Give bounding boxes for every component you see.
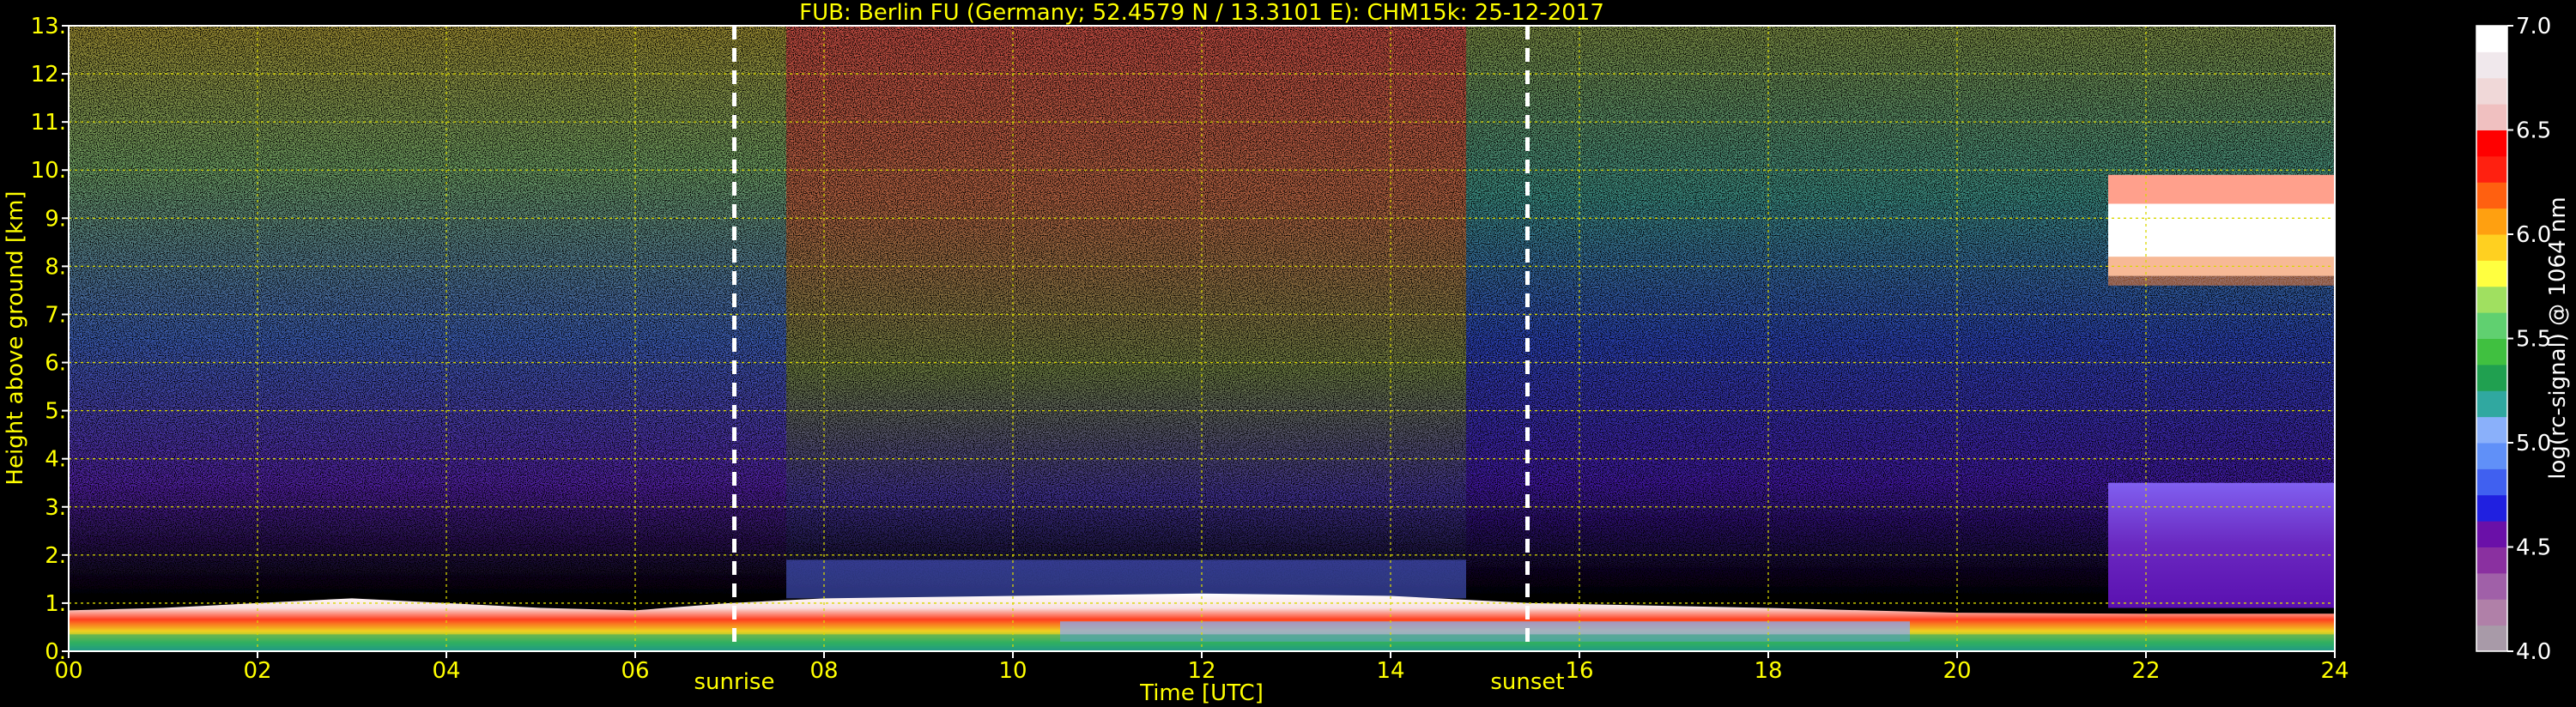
lidar-quicklook: sunrise sunset 00 02 04 06 08 10 12 14 16 18 20 22 24… [0, 0, 2576, 707]
colorbar-segment [2476, 234, 2507, 261]
x-tick-label: 06 [621, 658, 649, 684]
colorbar-segment [2476, 572, 2507, 600]
x-tick-label: 10 [998, 658, 1027, 684]
y-axis-label: Height above ground [km] [3, 190, 28, 485]
x-tick-label: 04 [432, 658, 460, 684]
colorbar-segment [2476, 312, 2507, 339]
colorbar-segment [2476, 390, 2507, 418]
y-tick-label: 13. [31, 14, 66, 39]
x-tick-label: 18 [1754, 658, 1782, 684]
colorbar-segment [2476, 599, 2507, 626]
colorbar-segment [2476, 338, 2507, 366]
colorbar-segment [2476, 286, 2507, 313]
x-tick-label: 02 [243, 658, 271, 684]
y-tick-label: 8. [45, 254, 66, 280]
x-tick-label: 14 [1376, 658, 1404, 684]
cloud-top [2108, 174, 2335, 204]
x-tick-labels: 00 02 04 06 08 10 12 14 16 18 20 22 24 [54, 651, 2349, 684]
x-axis-label: Time [UTC] [1139, 680, 1264, 706]
signal-region-blue-band [786, 559, 1466, 599]
colorbar-segment [2476, 625, 2507, 652]
x-tick-label: 20 [1943, 658, 1971, 684]
y-tick-labels: 0. 1. 2. 3. 4. 5. 6. 7. 8. 9. 10. 11. 12. 13. [31, 14, 69, 665]
colorbar-tick-label: 6.5 [2516, 118, 2551, 144]
chart-svg: sunrise sunset 00 02 04 06 08 10 12 14 16 18 20 22 24… [3, 0, 2571, 706]
near-ground-layer [69, 634, 2335, 651]
colorbar-segment [2476, 468, 2507, 496]
colorbar-segment [2476, 155, 2507, 183]
chart-title: FUB: Berlin FU (Germany; 52.4579 N / 13.… [799, 0, 1604, 26]
colorbar-segment [2476, 51, 2507, 79]
y-tick-label: 4. [45, 447, 66, 473]
colorbar-segment [2476, 443, 2507, 469]
y-tick-label: 2. [45, 543, 66, 569]
colorbar-segment [2476, 208, 2507, 235]
colorbar-segment [2476, 26, 2507, 52]
colorbar-tick-label: 7.0 [2516, 14, 2551, 39]
y-tick-label: 6. [45, 351, 66, 377]
colorbar-segment [2476, 416, 2507, 444]
y-tick-label: 0. [45, 639, 66, 665]
colorbar-segment [2476, 130, 2507, 157]
colorbar-tick-label: 4.0 [2516, 639, 2551, 665]
y-tick-label: 3. [45, 495, 66, 521]
colorbar-segment [2476, 364, 2507, 391]
colorbar-label: log(rc-signal) @ 1064 nm [2545, 196, 2571, 479]
colorbar-segment [2476, 547, 2507, 574]
colorbar-segment [2476, 521, 2507, 547]
colorbar-segment [2476, 104, 2507, 130]
colorbar: 4.04.55.05.56.06.57.0 [2476, 14, 2551, 665]
y-tick-label: 12. [31, 62, 66, 88]
signal-region-day [786, 26, 1466, 599]
colorbar-segment [2476, 494, 2507, 522]
y-tick-label: 10. [31, 158, 66, 184]
signal-region-night-am [69, 26, 786, 599]
x-tick-label: 08 [809, 658, 838, 684]
cloud-base [2108, 257, 2335, 286]
x-tick-label: 22 [2131, 658, 2160, 684]
x-tick-label: 16 [1565, 658, 1593, 684]
y-tick-label: 9. [45, 206, 66, 232]
marker-label-sunset: sunset [1490, 669, 1564, 695]
y-tick-label: 11. [31, 110, 66, 136]
y-tick-label: 7. [45, 302, 66, 328]
signal-region-late-low [2108, 482, 2335, 608]
y-tick-label: 1. [45, 591, 66, 617]
marker-label-sunrise: sunrise [694, 669, 775, 695]
colorbar-segment [2476, 182, 2507, 209]
y-tick-label: 5. [45, 399, 66, 425]
x-tick-label: 24 [2320, 658, 2349, 684]
colorbar-segment [2476, 260, 2507, 287]
colorbar-tick-label: 4.5 [2516, 535, 2551, 561]
colorbar-segment [2476, 77, 2507, 105]
